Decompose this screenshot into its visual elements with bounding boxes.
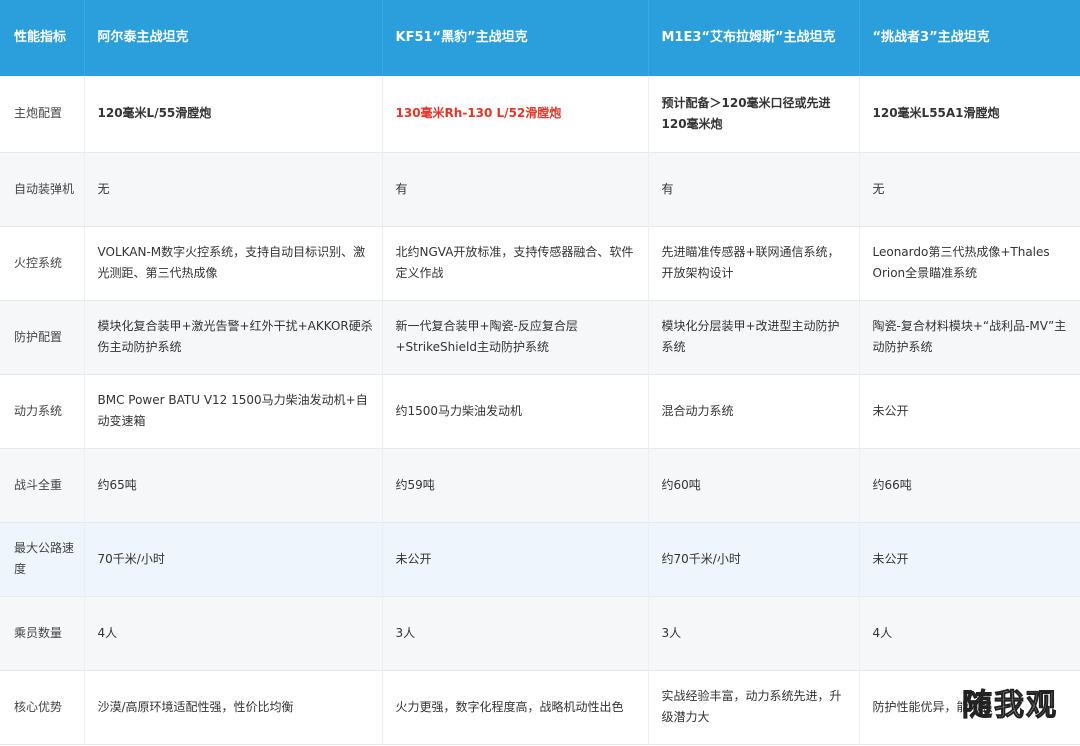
table-cell: 3人 xyxy=(382,596,649,670)
watermark-logo: 随我观 xyxy=(962,688,1058,724)
row-label: 战斗全重 xyxy=(0,448,85,522)
table-cell: 约66吨 xyxy=(859,448,1080,522)
table-cell: 有 xyxy=(382,152,649,226)
table-cell: BMC Power BATU V12 1500马力柴油发动机+自动变速箱 xyxy=(84,374,383,448)
table-cell: Leonardo第三代热成像+Thales Orion全景瞄准系统 xyxy=(859,226,1080,300)
table-cell: 无 xyxy=(84,152,383,226)
table-cell: 沙漠/高原环境适配性强，性价比均衡 xyxy=(84,670,383,744)
table-cell: 火力更强，数字化程度高，战略机动性出色 xyxy=(382,670,649,744)
table-cell: 未公开 xyxy=(859,522,1080,596)
table-cell: 有 xyxy=(648,152,860,226)
table-cell: 约1500马力柴油发动机 xyxy=(382,374,649,448)
table-cell: 约60吨 xyxy=(648,448,860,522)
table-row-crew: 乘员数量 4人 3人 3人 4人 xyxy=(0,596,1080,670)
table-cell: 无 xyxy=(859,152,1080,226)
table-row-autoloader: 自动装弹机 无 有 有 无 xyxy=(0,152,1080,226)
header-challenger3: “挑战者3”主战坦克 xyxy=(859,0,1080,76)
header-altay: 阿尔泰主战坦克 xyxy=(84,0,383,76)
table-cell: 混合动力系统 xyxy=(648,374,860,448)
row-label: 最大公路速度 xyxy=(0,522,85,596)
table-cell: 3人 xyxy=(648,596,860,670)
table-cell: 4人 xyxy=(859,596,1080,670)
table-cell: 先进瞄准传感器+联网通信系统，开放架构设计 xyxy=(648,226,860,300)
table-header-row: 性能指标 阿尔泰主战坦克 KF51“黑豹”主战坦克 M1E3“艾布拉姆斯”主战坦… xyxy=(0,0,1080,76)
table-row-fire-control: 火控系统 VOLKAN-M数字火控系统，支持自动目标识别、激光测距、第三代热成像… xyxy=(0,226,1080,300)
table-cell: 新一代复合装甲+陶瓷-反应复合层+StrikeShield主动防护系统 xyxy=(382,300,649,374)
table-cell: 约65吨 xyxy=(84,448,383,522)
table-cell: 未公开 xyxy=(382,522,649,596)
table-cell: 4人 xyxy=(84,596,383,670)
header-kf51: KF51“黑豹”主战坦克 xyxy=(382,0,649,76)
table-row-powertrain: 动力系统 BMC Power BATU V12 1500马力柴油发动机+自动变速… xyxy=(0,374,1080,448)
table-cell: 约70千米/小时 xyxy=(648,522,860,596)
table-cell: 约59吨 xyxy=(382,448,649,522)
table-cell: 陶瓷-复合材料模块+“战利品-MV”主动防护系统 xyxy=(859,300,1080,374)
table-cell: 模块化分层装甲+改进型主动防护系统 xyxy=(648,300,860,374)
table-cell: VOLKAN-M数字火控系统，支持自动目标识别、激光测距、第三代热成像 xyxy=(84,226,383,300)
header-m1e3: M1E3“艾布拉姆斯”主战坦克 xyxy=(648,0,860,76)
table-cell: 北约NGVA开放标准，支持传感器融合、软件定义作战 xyxy=(382,226,649,300)
table-cell: 预计配备＞120毫米口径或先进120毫米炮 xyxy=(648,76,860,152)
table-cell: 70千米/小时 xyxy=(84,522,383,596)
table-cell: 120毫米L/55滑膛炮 xyxy=(84,76,383,152)
table-cell: 120毫米L55A1滑膛炮 xyxy=(859,76,1080,152)
header-metric: 性能指标 xyxy=(0,0,85,76)
row-label: 自动装弹机 xyxy=(0,152,85,226)
row-label: 火控系统 xyxy=(0,226,85,300)
table-cell: 未公开 xyxy=(859,374,1080,448)
table-row-core-advantage: 核心优势 沙漠/高原环境适配性强，性价比均衡 火力更强，数字化程度高，战略机动性… xyxy=(0,670,1080,744)
table-cell-highlight: 130毫米Rh-130 L/52滑膛炮 xyxy=(382,76,649,152)
row-label: 核心优势 xyxy=(0,670,85,744)
tank-comparison-table: 性能指标 阿尔泰主战坦克 KF51“黑豹”主战坦克 M1E3“艾布拉姆斯”主战坦… xyxy=(0,0,1080,745)
row-label: 动力系统 xyxy=(0,374,85,448)
table-cell: 实战经验丰富，动力系统先进，升级潜力大 xyxy=(648,670,860,744)
row-label: 乘员数量 xyxy=(0,596,85,670)
table-row-max-speed: 最大公路速度 70千米/小时 未公开 约70千米/小时 未公开 xyxy=(0,522,1080,596)
table-row-protection: 防护配置 模块化复合装甲+激光告警+红外干扰+AKKOR硬杀伤主动防护系统 新一… xyxy=(0,300,1080,374)
row-label: 防护配置 xyxy=(0,300,85,374)
row-label: 主炮配置 xyxy=(0,76,85,152)
table-row-main-gun: 主炮配置 120毫米L/55滑膛炮 130毫米Rh-130 L/52滑膛炮 预计… xyxy=(0,76,1080,152)
table-cell: 模块化复合装甲+激光告警+红外干扰+AKKOR硬杀伤主动防护系统 xyxy=(84,300,383,374)
table-row-weight: 战斗全重 约65吨 约59吨 约60吨 约66吨 xyxy=(0,448,1080,522)
